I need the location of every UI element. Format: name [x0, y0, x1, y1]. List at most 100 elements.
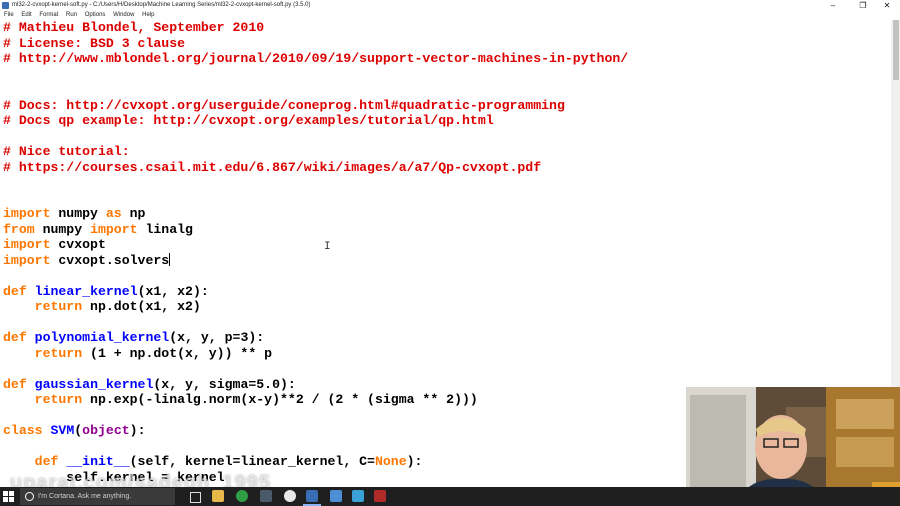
code-token: polynomial_kernel	[34, 330, 170, 345]
windows-start-icon[interactable]	[3, 491, 14, 502]
menu-window[interactable]: Window	[113, 11, 134, 20]
code-token: from	[3, 221, 35, 237]
code-token: __init__	[66, 454, 130, 469]
code-token: class	[3, 423, 43, 438]
code-line[interactable]: def __init__(self, kernel=linear_kernel,…	[3, 454, 628, 470]
code-token: cvxopt.solvers	[50, 252, 170, 268]
code-token: # http://www.mblondel.org/journal/2010/0…	[3, 51, 629, 66]
code-token: object	[82, 423, 130, 438]
code-line[interactable]	[3, 408, 628, 424]
code-token: import	[90, 221, 138, 237]
code-line[interactable]: # Docs: http://cvxopt.org/userguide/cone…	[3, 98, 628, 114]
menu-format[interactable]: Format	[39, 11, 58, 20]
code-token: SVM	[50, 423, 75, 438]
code-line[interactable]: def linear_kernel(x1, x2):	[3, 284, 628, 300]
code-token: (	[74, 423, 83, 438]
code-line[interactable]	[3, 191, 628, 207]
code-token: np.dot(x1, x2)	[82, 299, 201, 314]
code-line[interactable]: return np.exp(-linalg.norm(x-y)**2 / (2 …	[3, 392, 628, 408]
code-token: (x, y, p=3):	[169, 330, 265, 345]
code-token: (x1, x2):	[137, 283, 209, 299]
code-line[interactable]	[3, 129, 628, 145]
code-token: (x, y, sigma=5.0):	[153, 376, 296, 392]
code-line[interactable]	[3, 361, 628, 377]
code-line[interactable]: from numpy import linalg	[3, 222, 628, 238]
code-token: np	[121, 206, 146, 221]
code-line[interactable]	[3, 67, 628, 83]
code-line[interactable]: return (1 + np.dot(x, y)) ** p	[3, 346, 628, 362]
cortana-search-placeholder: I'm Cortana. Ask me anything.	[38, 493, 132, 500]
menu-run[interactable]: Run	[66, 11, 77, 20]
app-icon-1[interactable]	[260, 490, 272, 502]
code-line[interactable]	[3, 315, 628, 331]
text-caret	[169, 252, 171, 266]
taskbar: I'm Cortana. Ask me anything.	[0, 487, 900, 506]
recorder-icon[interactable]	[374, 490, 386, 502]
code-token: import	[3, 206, 51, 221]
code-line[interactable]	[3, 268, 628, 284]
code-line[interactable]	[3, 82, 628, 98]
code-token: def	[3, 283, 27, 299]
file-explorer-icon[interactable]	[212, 490, 224, 502]
code-line[interactable]: # https://courses.csail.mit.edu/6.867/wi…	[3, 160, 628, 176]
code-token: cvxopt	[50, 237, 106, 252]
python-shell-icon[interactable]	[330, 490, 342, 502]
code-token: np.exp(-linalg.norm(x-y)**2 / (2 * (sigm…	[82, 392, 478, 407]
browser-icon[interactable]	[284, 490, 296, 502]
code-line[interactable]: # Docs qp example: http://cvxopt.org/exa…	[3, 113, 628, 129]
menu-help[interactable]: Help	[142, 11, 154, 20]
code-line[interactable]	[3, 439, 628, 455]
code-line[interactable]: import numpy as np	[3, 206, 628, 222]
chrome-icon[interactable]	[236, 490, 248, 502]
minimize-button[interactable]: –	[822, 0, 844, 11]
code-token: return	[34, 392, 83, 407]
menu-options[interactable]: Options	[85, 11, 106, 20]
code-line[interactable]: def gaussian_kernel(x, y, sigma=5.0):	[3, 377, 628, 393]
code-token: ):	[406, 454, 423, 469]
menu-file[interactable]: File	[4, 11, 14, 20]
code-line[interactable]: return np.dot(x1, x2)	[3, 299, 628, 315]
code-token: linear_kernel	[34, 283, 138, 299]
code-token: as	[105, 206, 122, 221]
code-token: None	[374, 454, 407, 469]
code-token: import	[3, 252, 51, 268]
cortana-search-box[interactable]: I'm Cortana. Ask me anything.	[20, 488, 175, 505]
code-token: numpy	[50, 206, 106, 221]
code-token: import	[3, 237, 51, 252]
code-line[interactable]: import cvxopt	[3, 237, 628, 253]
code-line[interactable]: # http://www.mblondel.org/journal/2010/0…	[3, 51, 628, 67]
python-app-icon	[2, 2, 9, 9]
code-token: numpy	[34, 221, 91, 237]
code-line[interactable]: def polynomial_kernel(x, y, p=3):	[3, 330, 628, 346]
code-token: def	[3, 376, 27, 392]
python-idle-icon[interactable]	[306, 490, 318, 502]
code-token: gaussian_kernel	[34, 376, 154, 392]
code-token: (1 + np.dot(x, y)) ** p	[82, 345, 273, 361]
media-app-icon[interactable]	[352, 490, 364, 502]
code-token: return	[34, 299, 83, 314]
code-token: def	[34, 454, 59, 469]
code-line[interactable]: # Mathieu Blondel, September 2010	[3, 20, 628, 36]
maximize-button[interactable]: ❐	[852, 0, 874, 11]
code-token: # https://courses.csail.mit.edu/6.867/wi…	[3, 159, 542, 175]
code-text[interactable]: # Mathieu Blondel, September 2010 # Licen…	[3, 20, 628, 485]
close-button[interactable]: ✕	[876, 0, 898, 11]
code-line[interactable]: # License: BSD 3 clause	[3, 36, 628, 52]
code-line[interactable]: class SVM(object):	[3, 423, 628, 439]
task-view-icon[interactable]	[190, 492, 201, 503]
code-line[interactable]	[3, 175, 628, 191]
code-line[interactable]: import cvxopt.solvers	[3, 252, 628, 269]
scrollbar-thumb[interactable]	[893, 20, 899, 80]
window-title: ml32-2-cvxopt-kernel-soft.py - C:/Users/…	[12, 2, 311, 8]
menu-edit[interactable]: Edit	[21, 11, 31, 20]
menu-bar: File Edit Format Run Options Window Help	[0, 11, 900, 20]
code-line[interactable]: # Nice tutorial:	[3, 144, 628, 160]
mouse-ibeam-cursor-icon: I	[324, 241, 331, 253]
code-token: (self, kernel=linear_kernel, C=	[129, 454, 375, 469]
